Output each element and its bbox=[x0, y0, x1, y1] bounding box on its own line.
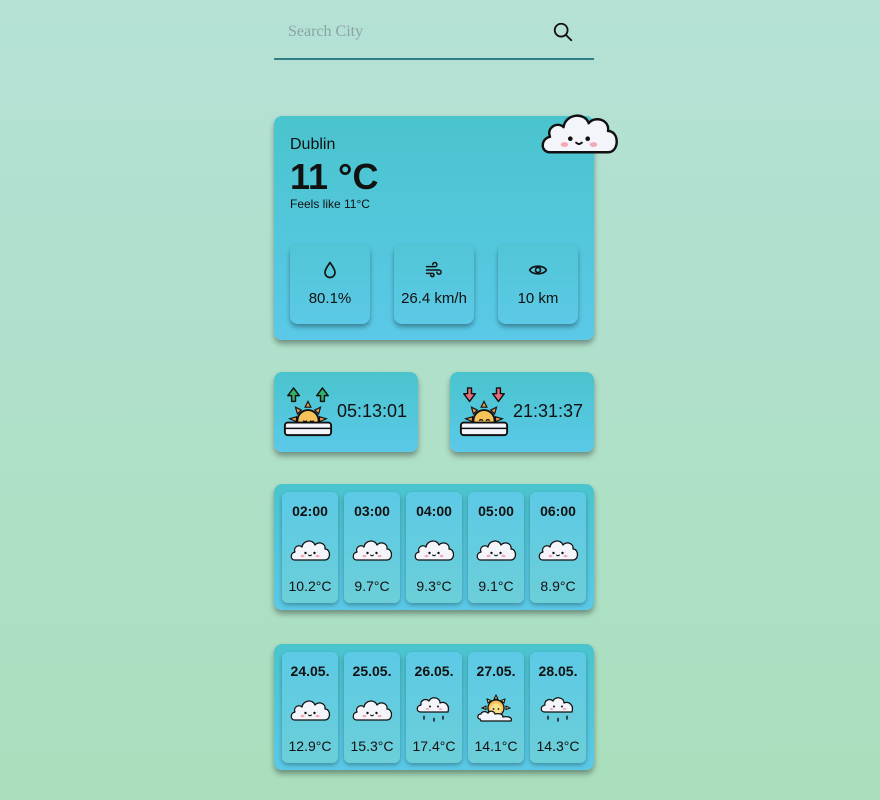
sunny-icon bbox=[475, 692, 517, 726]
cloudy-icon bbox=[538, 102, 620, 160]
daily-item: 28.05. 14.3°C bbox=[530, 652, 586, 763]
visibility-stat: 10 km bbox=[498, 244, 578, 324]
daily-temp: 15.3°C bbox=[350, 738, 394, 754]
sunset-icon bbox=[458, 386, 510, 438]
sunset-time: 21:31:37 bbox=[513, 401, 584, 421]
sunrise-card: 05:13:01 bbox=[274, 372, 418, 452]
rain-cloud-icon bbox=[537, 692, 579, 726]
hourly-temp: 8.9°C bbox=[540, 578, 576, 594]
hourly-temp: 9.7°C bbox=[354, 578, 390, 594]
cloudy-icon bbox=[537, 532, 579, 566]
cloudy-icon bbox=[351, 532, 393, 566]
wind-icon bbox=[425, 261, 442, 278]
daily-item: 27.05. 14.1°C bbox=[468, 652, 524, 763]
cloudy-icon bbox=[413, 532, 455, 566]
hourly-item: 04:00 9.3°C bbox=[406, 492, 462, 603]
rain-cloud-icon bbox=[413, 692, 455, 726]
visibility-value: 10 km bbox=[517, 290, 559, 307]
hourly-time: 05:00 bbox=[478, 503, 514, 519]
hourly-item: 06:00 8.9°C bbox=[530, 492, 586, 603]
wind-stat: 26.4 km/h bbox=[394, 244, 474, 324]
daily-date: 24.05. bbox=[290, 663, 330, 679]
cloudy-icon bbox=[289, 532, 331, 566]
cloudy-icon bbox=[351, 692, 393, 726]
humidity-drop-icon bbox=[324, 261, 336, 279]
current-temperature: 11 °C bbox=[290, 156, 379, 197]
daily-temp: 12.9°C bbox=[288, 738, 332, 754]
daily-item: 25.05. 15.3°C bbox=[344, 652, 400, 763]
daily-temp: 14.1°C bbox=[474, 738, 518, 754]
hourly-item: 03:00 9.7°C bbox=[344, 492, 400, 603]
search-icon[interactable] bbox=[552, 21, 574, 43]
daily-temp: 14.3°C bbox=[536, 738, 580, 754]
city-name: Dublin bbox=[290, 136, 336, 153]
daily-date: 27.05. bbox=[476, 663, 516, 679]
daily-date: 26.05. bbox=[414, 663, 454, 679]
humidity-stat: 80.1% bbox=[290, 244, 370, 324]
hourly-time: 06:00 bbox=[540, 503, 576, 519]
daily-item: 24.05. 12.9°C bbox=[282, 652, 338, 763]
hourly-item: 05:00 9.1°C bbox=[468, 492, 524, 603]
sunrise-time: 05:13:01 bbox=[337, 401, 408, 421]
daily-date: 28.05. bbox=[538, 663, 578, 679]
hourly-time: 02:00 bbox=[292, 503, 328, 519]
cloudy-icon bbox=[475, 532, 517, 566]
visibility-eye-icon bbox=[528, 265, 548, 275]
daily-item: 26.05. 17.4°C bbox=[406, 652, 462, 763]
search-bar bbox=[274, 12, 594, 60]
hourly-time: 03:00 bbox=[354, 503, 390, 519]
hourly-time: 04:00 bbox=[416, 503, 452, 519]
current-weather-card: Dublin 11 °C Feels like 11°C 80.1% 26.4 … bbox=[274, 116, 594, 340]
daily-forecast: 24.05. 12.9°C 25.05. 15.3°C 26.05. 17.4°… bbox=[274, 644, 594, 770]
hourly-item: 02:00 10.2°C bbox=[282, 492, 338, 603]
sunrise-icon bbox=[282, 386, 334, 438]
daily-date: 25.05. bbox=[352, 663, 392, 679]
cloudy-icon bbox=[289, 692, 331, 726]
feels-like-text: Feels like 11°C bbox=[290, 197, 370, 211]
hourly-temp: 9.3°C bbox=[416, 578, 452, 594]
hourly-temp: 9.1°C bbox=[478, 578, 514, 594]
hourly-temp: 10.2°C bbox=[288, 578, 332, 594]
daily-temp: 17.4°C bbox=[412, 738, 456, 754]
search-input[interactable] bbox=[274, 12, 548, 52]
wind-value: 26.4 km/h bbox=[401, 290, 467, 307]
hourly-forecast: 02:00 10.2°C 03:00 9.7°C 04:00 9.3°C 05:… bbox=[274, 484, 594, 610]
sunset-card: 21:31:37 bbox=[450, 372, 594, 452]
humidity-value: 80.1% bbox=[308, 290, 352, 307]
